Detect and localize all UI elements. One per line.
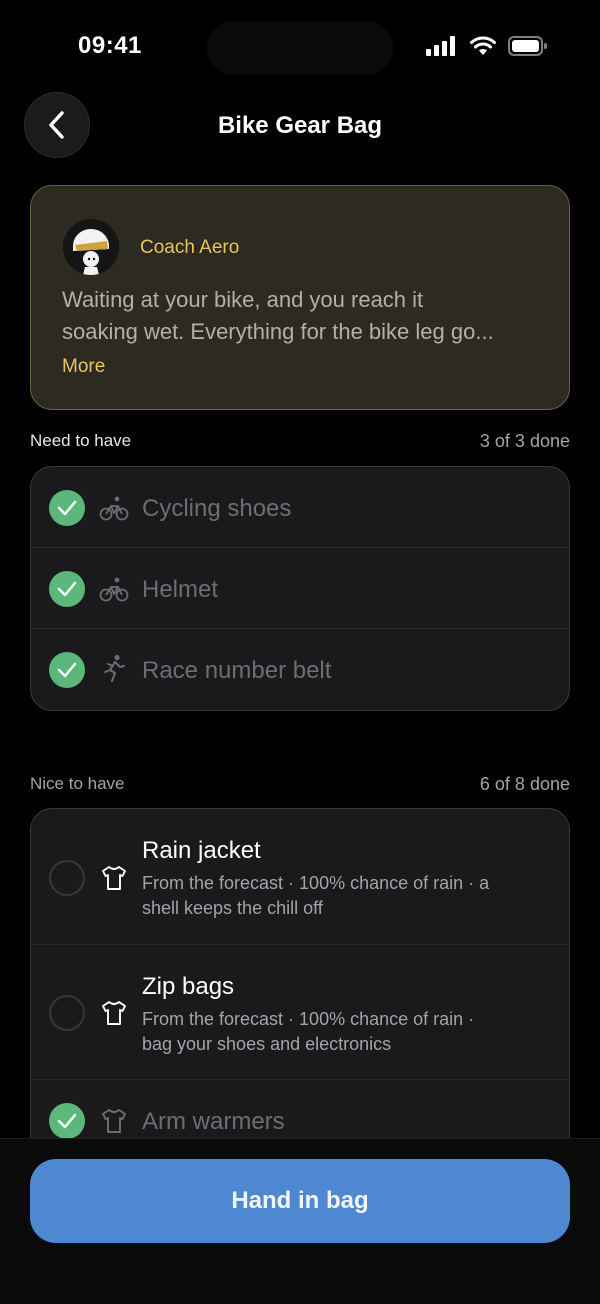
item-title: Zip bags <box>142 973 235 1000</box>
status-time: 09:41 <box>78 32 142 59</box>
item-title: Arm warmers <box>142 1108 285 1135</box>
need-section-label: Need to have <box>30 431 132 450</box>
checkmark-icon <box>57 662 77 678</box>
wifi-icon <box>470 36 496 55</box>
checkmark-icon <box>57 500 77 516</box>
item-subtitle-line: bag your shoes and electronics <box>142 1034 392 1054</box>
coach-avatar <box>63 219 119 275</box>
checked-checkbox[interactable] <box>49 571 85 607</box>
unchecked-checkbox[interactable] <box>49 860 85 896</box>
coach-message: Waiting at your bike, and you reach it s… <box>62 284 552 348</box>
bike-icon <box>99 577 129 602</box>
list-item[interactable]: Rain jacket From the forecast · 100% cha… <box>31 809 569 945</box>
nice-list: Rain jacket From the forecast · 100% cha… <box>30 808 570 1168</box>
dynamic-island <box>207 21 393 75</box>
list-item[interactable]: Helmet <box>31 548 569 629</box>
item-subtitle-line: shell keeps the chill off <box>142 898 323 918</box>
run-icon <box>104 654 125 682</box>
need-section-count: 3 of 3 done <box>479 431 570 451</box>
item-title: Rain jacket <box>142 837 261 864</box>
coach-more-link[interactable]: More <box>62 356 105 378</box>
coach-name: Coach Aero <box>140 237 240 258</box>
shirt-icon <box>102 1109 126 1133</box>
item-subtitle-line: From the forecast · 100% chance of rain … <box>142 1009 475 1029</box>
need-list: Cycling shoes Helmet Race number belt <box>30 466 570 711</box>
item-title: Race number belt <box>142 657 332 684</box>
hand-in-bag-button[interactable]: Hand in bag <box>30 1159 570 1243</box>
list-item[interactable]: Zip bags From the forecast · 100% chance… <box>31 945 569 1080</box>
coach-message-card[interactable]: Coach Aero Waiting at your bike, and you… <box>30 185 570 410</box>
battery-icon <box>508 36 547 56</box>
unchecked-checkbox[interactable] <box>49 995 85 1031</box>
checked-checkbox[interactable] <box>49 1103 85 1139</box>
status-bar: 09:41 <box>0 0 600 96</box>
nav-bar: Bike Gear Bag <box>0 92 600 160</box>
bottom-bar: Hand in bag <box>0 1138 600 1304</box>
status-icons <box>426 36 548 56</box>
coach-helmet-icon <box>63 219 119 275</box>
item-title: Cycling shoes <box>142 495 292 522</box>
item-subtitle: From the forecast · 100% chance of rain … <box>142 1007 542 1057</box>
list-item[interactable]: Cycling shoes <box>31 467 569 548</box>
checkmark-icon <box>57 581 77 597</box>
shirt-icon <box>102 866 126 890</box>
shirt-icon <box>102 1001 126 1025</box>
nice-section-count: 6 of 8 done <box>479 774 570 794</box>
signal-icon <box>426 36 455 56</box>
checked-checkbox[interactable] <box>49 490 85 526</box>
item-subtitle: From the forecast · 100% chance of rain … <box>142 871 542 921</box>
checkmark-icon <box>57 1113 77 1129</box>
coach-message-line: Waiting at your bike, and you reach it <box>62 287 424 312</box>
item-subtitle-line: From the forecast · 100% chance of rain … <box>142 873 490 893</box>
item-title: Helmet <box>142 576 219 603</box>
coach-message-line: soaking wet. Everything for the bike leg… <box>62 319 494 344</box>
list-item[interactable]: Race number belt <box>31 629 569 710</box>
checked-checkbox[interactable] <box>49 652 85 688</box>
nice-section-label: Nice to have <box>30 774 125 793</box>
page-title: Bike Gear Bag <box>217 112 383 139</box>
bike-icon <box>99 496 129 521</box>
